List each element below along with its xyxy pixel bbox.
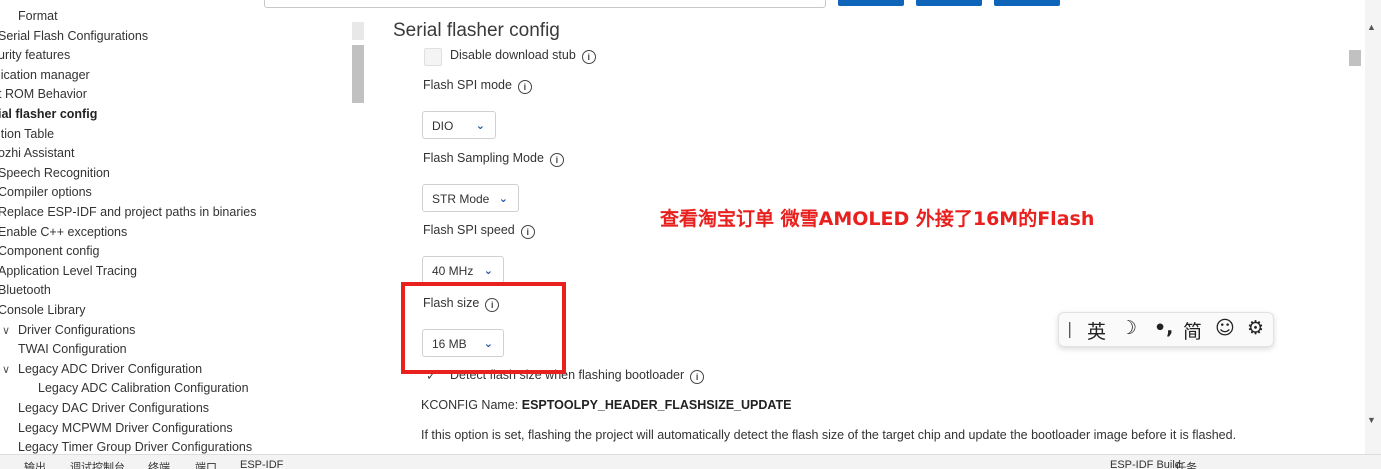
- info-icon[interactable]: i: [520, 225, 535, 239]
- tree-item-label: Legacy ADC Driver Configuration: [18, 361, 203, 376]
- main-scrollbar-track[interactable]: [1365, 0, 1381, 454]
- tree-item[interactable]: Component config: [0, 243, 99, 259]
- disable-stub-checkbox[interactable]: [424, 48, 442, 66]
- ime-toolbar: | 英 ☽ •, 简 ☺ ⚙: [1058, 312, 1274, 347]
- tree-item-label: t ROM Behavior: [0, 87, 87, 102]
- punctuation-icon[interactable]: •,: [1154, 317, 1173, 339]
- ime-language-toggle[interactable]: 英: [1087, 317, 1106, 344]
- tree-item[interactable]: Serial Flash Configurations: [0, 28, 148, 44]
- chevron-down-icon: ⌄: [498, 193, 508, 205]
- tree-item-label: ial flasher config: [0, 107, 98, 121]
- tree-item-label: Legacy DAC Driver Configurations: [18, 401, 210, 415]
- tree-item[interactable]: TWAI Configuration: [18, 341, 127, 357]
- tree-item-label: urity features: [0, 48, 71, 63]
- info-icon[interactable]: i: [690, 370, 705, 384]
- config-tree: Format Serial Flash Configurations urity f…: [0, 8, 350, 454]
- tree-item-label: ition Table: [0, 126, 55, 141]
- bottom-panel-tabs: 输出 调试控制台 终端 端口 ESP-IDF ESP-IDF Build 任务: [0, 454, 1381, 469]
- tree-item-label: Format: [18, 9, 58, 23]
- flash-sampling-label: Flash Sampling Mode i: [423, 151, 564, 167]
- tree-item[interactable]: ozhi Assistant: [0, 145, 74, 161]
- emoji-icon[interactable]: ☺: [1215, 317, 1235, 339]
- tree-item[interactable]: Legacy DAC Driver Configurations: [18, 400, 209, 416]
- flash-spi-speed-label: Flash SPI speed i: [423, 223, 535, 239]
- scroll-up-icon[interactable]: ▲: [1367, 22, 1376, 32]
- scroll-down-icon[interactable]: ▼: [1367, 415, 1376, 425]
- annotation-highlight-box: [401, 282, 566, 374]
- flash-sampling-select[interactable]: STR Mode ⌄: [422, 184, 519, 212]
- flash-spi-speed-select[interactable]: 40 MHz ⌄: [422, 256, 504, 284]
- tree-item-label: Compiler options: [0, 185, 92, 200]
- tree-item[interactable]: Application Level Tracing: [0, 263, 137, 279]
- moon-icon[interactable]: ☽: [1120, 317, 1137, 339]
- chevron-down-icon[interactable]: ∨: [2, 362, 12, 378]
- tree-item-label: Enable C++ exceptions: [0, 224, 128, 239]
- tree-item-label: Replace ESP-IDF and project paths in bin…: [0, 205, 257, 219]
- option-description: If this option is set, flashing the proj…: [421, 428, 1237, 442]
- tree-item[interactable]: ∨ Legacy ADC Driver Configuration: [2, 361, 202, 378]
- tree-item-label: Application Level Tracing: [0, 263, 137, 278]
- tree-item-label: Bluetooth: [0, 283, 51, 298]
- tree-item[interactable]: Replace ESP-IDF and project paths in bin…: [0, 204, 256, 220]
- flash-spi-mode-label: Flash SPI mode i: [423, 78, 532, 94]
- tree-item[interactable]: Legacy ADC Calibration Configuration: [38, 380, 249, 396]
- annotation-text: 查看淘宝订单 微雪AMOLED 外接了16M的Flash: [660, 208, 1095, 230]
- tree-item-label: Driver Configurations: [18, 322, 136, 337]
- section-title: Serial flasher config: [393, 20, 560, 41]
- tree-item-label: Console Library: [0, 303, 86, 317]
- tree-item-label: Legacy MCPWM Driver Configurations: [18, 420, 233, 435]
- flash-spi-mode-select[interactable]: DIO ⌄: [422, 111, 496, 139]
- tree-item[interactable]: Format: [18, 8, 58, 24]
- tree-item-label: Component config: [0, 244, 100, 259]
- chevron-down-icon[interactable]: ∨: [2, 323, 12, 339]
- tree-item[interactable]: Legacy Timer Group Driver Configurations: [18, 439, 252, 454]
- chevron-down-icon: ⌄: [483, 265, 493, 277]
- tree-item[interactable]: Enable C++ exceptions: [0, 224, 127, 240]
- tree-item-label: Serial Flash Configurations: [0, 28, 149, 43]
- ime-drag-handle[interactable]: |: [1067, 319, 1072, 338]
- tree-item[interactable]: ial flasher config: [0, 106, 97, 122]
- info-icon[interactable]: i: [549, 153, 564, 167]
- kconfig-name: ESPTOOLPY_HEADER_FLASHSIZE_UPDATE: [521, 398, 792, 412]
- tree-item-label: Speech Recognition: [0, 165, 110, 180]
- main-scrollbar-thumb[interactable]: [1349, 50, 1361, 66]
- tree-scrollbar-thumb[interactable]: [352, 45, 364, 103]
- tree-item-label: Legacy Timer Group Driver Configurations: [18, 440, 253, 454]
- info-icon[interactable]: i: [517, 80, 532, 94]
- tree-item[interactable]: t ROM Behavior: [0, 86, 87, 102]
- info-icon[interactable]: i: [581, 50, 596, 64]
- tree-item[interactable]: Speech Recognition: [0, 165, 110, 181]
- kconfig-line: KCONFIG Name: ESPTOOLPY_HEADER_FLASHSIZE…: [421, 398, 792, 412]
- tree-item[interactable]: urity features: [0, 47, 70, 63]
- disable-stub-label: Disable download stub i: [450, 48, 596, 64]
- tree-item-label: Legacy ADC Calibration Configuration: [38, 381, 249, 396]
- tree-item[interactable]: Bluetooth: [0, 282, 51, 298]
- tree-item-label: lication manager: [0, 67, 90, 82]
- tree-item[interactable]: Console Library: [0, 302, 86, 318]
- ime-simplified-toggle[interactable]: 简: [1183, 317, 1202, 344]
- tree-item[interactable]: Compiler options: [0, 184, 92, 200]
- tree-item[interactable]: lication manager: [0, 67, 90, 83]
- tree-item[interactable]: Legacy MCPWM Driver Configurations: [18, 420, 233, 436]
- tree-item-label: TWAI Configuration: [18, 342, 127, 357]
- tree-item[interactable]: ∨ Driver Configurations: [2, 322, 135, 339]
- chevron-down-icon: ⌄: [475, 120, 485, 132]
- tree-scrollbar-track[interactable]: [352, 22, 364, 40]
- settings-icon[interactable]: ⚙: [1247, 317, 1264, 339]
- tree-item-label: ozhi Assistant: [0, 146, 75, 161]
- tree-item[interactable]: ition Table: [0, 126, 54, 142]
